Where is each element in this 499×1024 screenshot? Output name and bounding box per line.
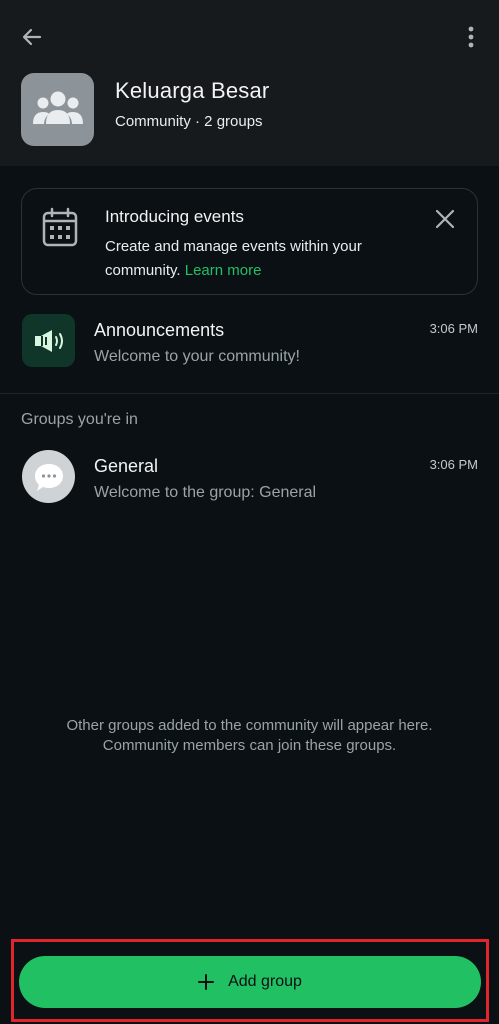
- arrow-left-icon: [22, 28, 42, 46]
- community-screen: Keluarga Besar Community · 2 groups Intr…: [0, 0, 499, 1024]
- community-name: Keluarga Besar: [115, 78, 270, 103]
- add-group-label: Add group: [228, 973, 302, 990]
- calendar-icon: [42, 207, 78, 247]
- other-groups-info: Other groups added to the community will…: [0, 716, 499, 756]
- more-options-button[interactable]: [459, 22, 483, 52]
- group-time: 3:06 PM: [429, 457, 478, 472]
- announcements-avatar: [22, 314, 75, 367]
- announcements-time: 3:06 PM: [429, 321, 478, 336]
- close-icon: [435, 209, 455, 229]
- list-item[interactable]: General 3:06 PM Welcome to the group: Ge…: [0, 443, 499, 513]
- group-preview: Welcome to the group: General: [94, 484, 317, 501]
- group-name: General: [94, 456, 159, 476]
- community-header: Keluarga Besar Community · 2 groups: [0, 0, 499, 166]
- more-vert-icon: [468, 26, 474, 48]
- chat-bubble-icon: [34, 463, 63, 491]
- announcements-row[interactable]: Announcements 3:06 PM Welcome to your co…: [0, 307, 499, 377]
- events-close-button[interactable]: [433, 207, 457, 231]
- learn-more-link[interactable]: Learn more: [185, 262, 262, 279]
- community-subtitle: Community · 2 groups: [115, 113, 263, 130]
- announcements-preview: Welcome to your community!: [94, 348, 300, 365]
- add-group-button[interactable]: Add group: [19, 956, 481, 1008]
- events-intro-card: Introducing events Create and manage eve…: [21, 188, 478, 295]
- events-description: Create and manage events within your com…: [105, 235, 415, 283]
- events-title: Introducing events: [105, 207, 244, 226]
- announcements-name: Announcements: [94, 320, 225, 340]
- plus-icon: [198, 974, 215, 990]
- back-button[interactable]: [14, 22, 50, 52]
- groups-section-label: Groups you're in: [21, 411, 138, 428]
- community-avatar[interactable]: [21, 73, 94, 146]
- info-line-2: Community members can join these groups.: [102, 737, 397, 754]
- info-line-1: Other groups added to the community will…: [66, 717, 433, 734]
- section-divider: [0, 393, 499, 394]
- group-avatar: [22, 450, 75, 503]
- megaphone-icon: [34, 329, 63, 352]
- community-group-icon: [32, 91, 83, 124]
